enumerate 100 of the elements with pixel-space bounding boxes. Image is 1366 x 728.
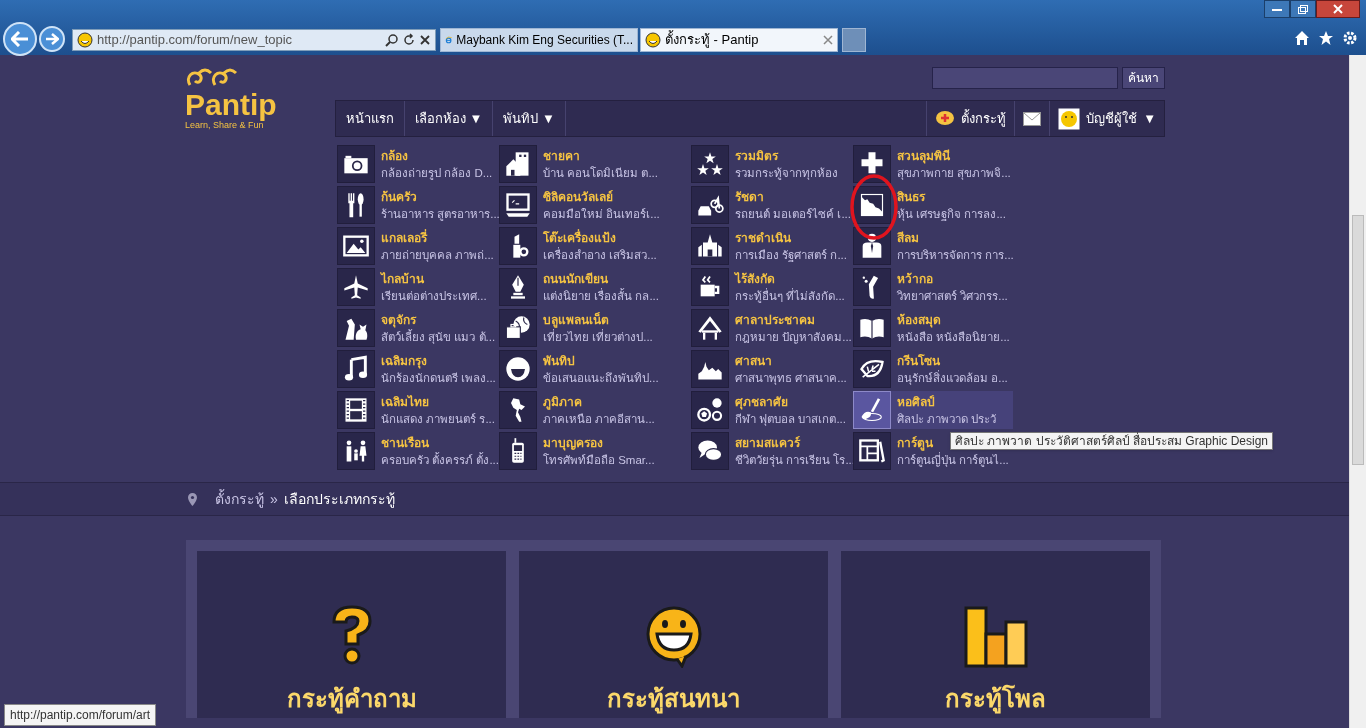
category-item[interactable]: ศาสนา ศาสนาพุทธ ศาสนาค... [691,350,851,388]
forward-button[interactable] [39,26,65,52]
search-button[interactable]: ค้นหา [1122,67,1165,89]
stop-icon[interactable] [419,34,431,46]
breadcrumb-separator: » [270,489,278,509]
category-title: เฉลิมกรุง [381,352,427,370]
category-description: กล้องถ่ายรูป กล้อง D... [381,165,493,181]
category-title: กล้อง [381,147,408,165]
category-item[interactable]: ไร้สังกัด กระทู้อื่นๆ ที่ไม่สังกัด... [691,268,851,306]
computer-icon [504,191,532,219]
category-title: กรีนโซน [897,352,940,370]
category-item[interactable]: รัชดา รถยนต์ มอเตอร์ไซค์ เ... [691,186,851,224]
location-pin-icon [188,492,197,506]
category-title: สีลม [897,229,919,247]
address-bar[interactable]: http://pantip.com/forum/new_topic [72,29,436,51]
nav-item[interactable]: พันทิป ▼ [493,101,566,136]
browser-tab[interactable]: Maybank Kim Eng Securities (T... [440,28,638,52]
category-description: กระทู้อื่นๆ ที่ไม่สังกัด... [735,287,845,304]
restore-icon [1298,4,1308,14]
category-item[interactable]: สินธร หุ้น เศรษฐกิจ การลง... [853,186,1013,224]
category-title: ซิลิคอนวัลเลย์ [543,188,613,206]
category-description: คอมมือใหม่ อินเทอร์เ... [543,206,660,222]
category-item[interactable]: กล้อง กล้องถ่ายรูป กล้อง D... [337,145,497,183]
category-title: ชายคา [543,147,580,165]
category-title: ไกลบ้าน [381,270,424,288]
category-item[interactable]: ชายคา บ้าน คอนโดมิเนียม ต... [499,145,659,183]
category-item[interactable]: เฉลิมไทย นักแสดง ภาพยนตร์ ร... [337,391,497,429]
category-item[interactable]: มาบุญครอง โทรศัพท์มือถือ Smar... [499,432,659,470]
drawing-board-icon [858,437,886,465]
category-title: สวนลุมพินี [897,147,950,165]
category-item[interactable]: ชานเรือน ครอบครัว ตั้งครรภ์ ตั้ง... [337,432,497,470]
refresh-icon[interactable] [403,33,415,47]
category-title: ศุภชลาศัย [735,393,788,411]
category-title: ศาสนา [735,352,772,370]
browser-tab[interactable]: ตั้งกระทู้ - Pantip [640,28,838,52]
category-item[interactable]: หอศิลป์ ศิลปะ ภาพวาด ประวั [853,391,1013,429]
account-menu[interactable]: บัญชีผู้ใช้ ▼ [1049,101,1164,136]
category-description: ศาสนาพุทธ ศาสนาค... [735,370,847,386]
category-item[interactable]: ห้องสมุด หนังสือ หนังสือนิยาย... [853,309,1013,347]
category-title: ศาลาประชาคม [735,311,815,329]
topic-type-card[interactable]: กระทู้คำถาม [197,551,506,718]
nav-item[interactable]: เลือกห้อง ▼ [405,101,494,136]
category-item[interactable]: สวนลุมพินี สุขภาพกาย สุขภาพจิ... [853,145,1013,183]
category-item[interactable]: เฉลิมกรุง นักร้องนักดนตรี เพลง... [337,350,497,388]
nav-item[interactable]: หน้าแรก [336,101,405,136]
category-description: เที่ยวไทย เที่ยวต่างป... [543,328,653,345]
smiley-icon [504,355,532,383]
category-item[interactable]: โต๊ะเครื่องแป้ง เครื่องสำอาง เสริมสว... [499,227,659,265]
envelope-icon [1023,111,1042,126]
minimize-button[interactable] [1264,0,1290,18]
new-topic-button[interactable]: ตั้งกระทู้ [926,101,1015,136]
category-item[interactable]: ไกลบ้าน เรียนต่อต่างประเทศ... [337,268,497,306]
category-description: การเมือง รัฐศาสตร์ ก... [735,247,847,263]
category-title: หว้ากอ [897,270,933,288]
maximize-button[interactable] [1290,0,1316,18]
home-icon[interactable] [1294,30,1310,46]
category-description: แต่งนิยาย เรื่องสั้น กล... [543,287,659,304]
search-icon[interactable] [385,33,399,47]
topic-type-card[interactable]: กระทู้โพล [841,551,1150,718]
category-description: สุขภาพกาย สุขภาพจิ... [897,165,1011,181]
category-item[interactable]: ศาลาประชาคม กฎหมาย ปัญหาสังคม... [691,309,851,347]
scrollbar[interactable] [1349,55,1366,728]
forward-arrow-icon [45,33,59,45]
category-item[interactable]: แกลเลอรี่ ภายถ่ายบุคคล ภาพถ่... [337,227,497,265]
category-item[interactable]: จตุจักร สัตว์เลี้ยง สุนัข แมว ต้... [337,309,497,347]
pantip-logo[interactable]: Pantip Learn, Share & Fun [185,67,277,133]
category-item[interactable]: หว้ากอ วิทยาศาสตร์ วิศวกรร... [853,268,1013,306]
settings-icon[interactable] [1342,30,1358,46]
logo-text: Pantip [185,91,277,119]
stock-chart-icon [858,191,886,219]
breadcrumb-link[interactable]: ตั้งกระทู้ [215,488,264,510]
topic-type-card[interactable]: กระทู้สนทนา [519,551,828,718]
category-item[interactable]: ถนนนักเขียน แต่งนิยาย เรื่องสั้น กล... [499,268,659,306]
close-tab-icon[interactable] [823,35,833,45]
smiley-icon [645,32,661,48]
category-title: รวมมิตร [735,147,778,165]
category-item[interactable]: สีลม การบริหารจัดการ การ... [853,227,1013,265]
category-title: แกลเลอรี่ [381,229,427,247]
category-item[interactable]: ภูมิภาค ภาคเหนือ ภาคอีสาน... [499,391,659,429]
category-item[interactable]: พันทิป ข้อเสนอแนะถึงพันทิป... [499,350,659,388]
category-item[interactable]: ซิลิคอนวัลเลย์ คอมมือใหม่ อินเทอร์เ... [499,186,659,224]
category-item[interactable]: ก้นครัว ร้านอาหาร สูตรอาหาร... [337,186,497,224]
category-item[interactable]: กรีนโซน อนุรักษ์สิ่งแวดล้อม อ... [853,350,1013,388]
category-item[interactable]: บลูแพลนเน็ต เที่ยวไทย เที่ยวต่างป... [499,309,659,347]
back-button[interactable] [3,22,37,56]
category-item[interactable]: ราชดำเนิน การเมือง รัฐศาสตร์ ก... [691,227,851,265]
star-icon[interactable] [1318,30,1334,46]
sports-balls-icon [696,396,724,424]
category-description: วิทยาศาสตร์ วิศวกรร... [897,288,1008,304]
scroll-thumb[interactable] [1352,215,1364,465]
category-title: บลูแพลนเน็ต [543,311,609,328]
search-field[interactable] [932,67,1118,89]
category-item[interactable]: รวมมิตร รวมกระทู้จากทุกห้อง [691,145,851,183]
category-description: รถยนต์ มอเตอร์ไซค์ เ... [735,206,851,222]
close-button[interactable] [1316,0,1360,18]
category-title: ถนนนักเขียน [543,270,608,288]
category-description: นักร้องนักดนตรี เพลง... [381,370,496,386]
back-arrow-icon [11,31,29,47]
category-title: ภูมิภาค [543,393,582,411]
category-item[interactable]: ศุภชลาศัย กีฬา ฟุตบอล บาสเกต... [691,391,851,429]
